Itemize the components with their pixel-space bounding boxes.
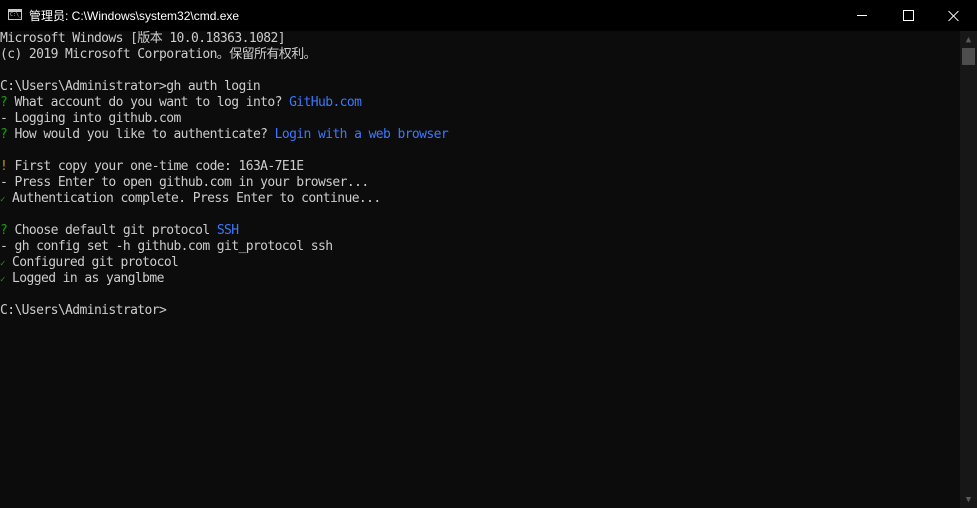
- console-line: (c) 2019 Microsoft Corporation。保留所有权利。: [0, 47, 960, 63]
- scrollbar-thumb[interactable]: [962, 48, 975, 65]
- cmd-window: C:\_ 管理员: C:\Windows\system32\cmd.exe Mi…: [0, 0, 977, 508]
- console-line: - Logging into github.com: [0, 111, 960, 127]
- console-line: ✓ Authentication complete. Press Enter t…: [0, 191, 960, 207]
- line-text: Microsoft Windows [版本 10.0.18363.1082]: [0, 31, 286, 46]
- minimize-button[interactable]: [839, 0, 885, 31]
- line-text: C:\Users\Administrator>: [0, 303, 167, 318]
- console-line: C:\Users\Administrator>: [0, 303, 960, 319]
- console-output[interactable]: Microsoft Windows [版本 10.0.18363.1082] (c…: [0, 31, 960, 508]
- maximize-icon: [902, 10, 914, 21]
- line-text: Choose default git protocol: [7, 223, 217, 238]
- line-text: What account do you want to log into?: [7, 95, 290, 110]
- line-text: (c) 2019 Microsoft Corporation。保留所有权利。: [0, 47, 317, 62]
- selected-answer: Login with a web browser: [274, 127, 449, 142]
- chevron-down-icon: ▼: [965, 494, 972, 505]
- line-text: Configured git protocol: [4, 255, 179, 270]
- line-text: How would you like to authenticate?: [7, 127, 275, 142]
- console-line: ? Choose default git protocol SSH: [0, 223, 960, 239]
- line-text: First copy your one-time code: 163A-7E1E: [7, 159, 304, 174]
- title-bar[interactable]: C:\_ 管理员: C:\Windows\system32\cmd.exe: [0, 0, 977, 31]
- console-line: ✓ Logged in as yanglbme: [0, 271, 960, 287]
- line-text: gh config set -h github.com git_protocol…: [7, 239, 333, 254]
- line-text: Logged in as yanglbme: [4, 271, 164, 286]
- console-line: ? How would you like to authenticate? Lo…: [0, 127, 960, 143]
- selected-answer: SSH: [216, 223, 239, 238]
- close-button[interactable]: [931, 0, 977, 31]
- line-text: C:\Users\Administrator>gh auth login: [0, 79, 261, 94]
- console-line: ? What account do you want to log into? …: [0, 95, 960, 111]
- console-line: Microsoft Windows [版本 10.0.18363.1082]: [0, 31, 960, 47]
- line-text: Logging into github.com: [7, 111, 181, 126]
- console-line: ✓ Configured git protocol: [0, 255, 960, 271]
- close-icon: [948, 10, 960, 22]
- line-text: Authentication complete. Press Enter to …: [4, 191, 381, 206]
- console-line: ! First copy your one-time code: 163A-7E…: [0, 159, 960, 175]
- scroll-up-button[interactable]: ▲: [960, 31, 977, 48]
- console-line: - Press Enter to open github.com in your…: [0, 175, 960, 191]
- selected-answer: GitHub.com: [289, 95, 362, 110]
- cmd-icon-text: C:\_: [10, 12, 23, 18]
- cmd-icon[interactable]: C:\_: [8, 9, 22, 20]
- chevron-up-icon: ▲: [965, 34, 972, 45]
- minimize-icon: [857, 15, 867, 16]
- line-text: Press Enter to open github.com in your b…: [7, 175, 369, 190]
- console-line: - gh config set -h github.com git_protoc…: [0, 239, 960, 255]
- scroll-down-button[interactable]: ▼: [960, 491, 977, 508]
- console-line: C:\Users\Administrator>gh auth login: [0, 79, 960, 95]
- vertical-scrollbar[interactable]: ▲ ▼: [960, 31, 977, 508]
- maximize-button[interactable]: [885, 0, 931, 31]
- window-title: 管理员: C:\Windows\system32\cmd.exe: [29, 9, 240, 23]
